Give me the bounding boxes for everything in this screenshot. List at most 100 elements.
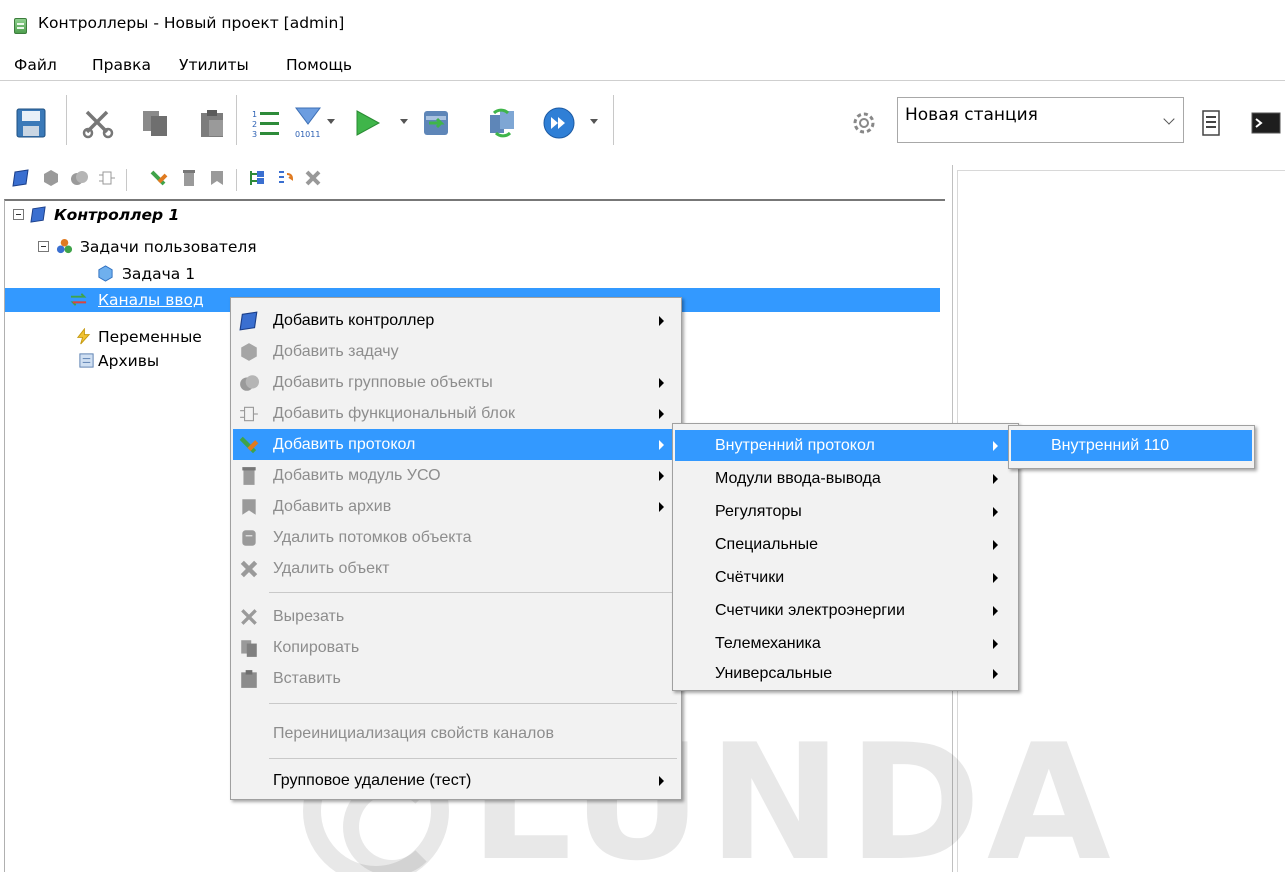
tree-node-io-channels[interactable]: Каналы ввод <box>0 290 250 312</box>
scissors-icon <box>82 110 114 139</box>
window-title: Контроллеры - Новый проект [admin] <box>38 14 345 32</box>
controller-icon <box>239 311 258 331</box>
cut-button[interactable] <box>80 105 116 141</box>
submenu-item-special[interactable]: Специальные <box>675 529 1016 560</box>
add-protocol-icon[interactable] <box>150 169 168 187</box>
gear-icon <box>853 112 875 134</box>
menu-item-delete-object[interactable]: Удалить объект <box>233 553 679 584</box>
menu-item-label: Добавить модуль УСО <box>273 466 441 484</box>
document-icon <box>1202 110 1220 136</box>
context-menu: Добавить контроллер Добавить задачу Доба… <box>230 297 682 800</box>
download-button[interactable] <box>418 105 454 141</box>
expand-tree-icon[interactable] <box>248 169 266 187</box>
submenu-item-energy-meters[interactable]: Счетчики электроэнергии <box>675 595 1016 626</box>
station-select-value: Новая станция <box>905 105 1038 125</box>
database-download-icon <box>424 111 448 135</box>
paste-button[interactable] <box>194 105 230 141</box>
run-button[interactable] <box>349 105 385 141</box>
menu-item-add-protocol[interactable]: Добавить протокол <box>233 429 679 460</box>
menu-edit[interactable]: Правка <box>92 56 151 74</box>
chevron-down-icon <box>1163 113 1175 125</box>
protocol-icon <box>239 436 259 454</box>
copy-button[interactable] <box>137 105 173 141</box>
svg-text:1: 1 <box>252 110 257 119</box>
submenu-arrow-icon <box>993 440 998 451</box>
submenu-item-universal[interactable]: Универсальные <box>675 658 1016 689</box>
submenu-item-io-modules[interactable]: Модули ввода-вывода <box>675 463 1016 494</box>
submenu-arrow-icon <box>993 506 998 517</box>
add-archive-icon[interactable] <box>208 169 226 187</box>
station-select[interactable]: Новая станция <box>897 97 1184 143</box>
menu-utilities[interactable]: Утилиты <box>179 56 249 74</box>
lightning-icon <box>76 328 91 345</box>
tree-node-task-1[interactable]: Задача 1 <box>0 263 260 285</box>
settings-button[interactable] <box>846 105 882 141</box>
tree-node-variables[interactable]: Переменные <box>0 326 240 348</box>
group-objects-icon <box>240 375 259 391</box>
menu-help[interactable]: Помощь <box>286 56 352 74</box>
compile-dropdown-arrow[interactable] <box>327 119 335 124</box>
tree-label: Переменные <box>98 328 202 346</box>
copy-icon <box>241 640 257 657</box>
add-task-icon[interactable] <box>42 169 60 187</box>
menu-file[interactable]: Файл <box>14 56 57 74</box>
compile-download-icon: 01011 <box>295 107 321 139</box>
delete-icon <box>240 560 258 578</box>
submenu-item-telemechanics[interactable]: Телемеханика <box>675 628 1016 659</box>
submenu-item-regulators[interactable]: Регуляторы <box>675 496 1016 527</box>
collapse-icon[interactable] <box>13 209 24 220</box>
tree-node-user-tasks[interactable]: Задачи пользователя <box>0 236 330 258</box>
menu-item-label: Внутренний 110 <box>1051 436 1170 454</box>
tree-node-archives[interactable]: Архивы <box>0 350 200 372</box>
menu-item-label: Удалить объект <box>273 559 390 577</box>
menu-item-label: Регуляторы <box>715 502 802 520</box>
paste-icon <box>201 110 223 137</box>
menu-separator <box>269 703 677 704</box>
app-icon <box>14 18 27 34</box>
menu-item-label: Счетчики электроэнергии <box>715 601 905 619</box>
reorder-icon[interactable] <box>276 169 294 187</box>
fast-forward-button[interactable] <box>541 105 577 141</box>
run-dropdown-arrow[interactable] <box>400 119 408 124</box>
toolbar-separator <box>236 95 237 145</box>
add-group-objects-icon[interactable] <box>70 169 88 187</box>
add-io-module-icon[interactable] <box>180 169 198 187</box>
submenu-item-counters[interactable]: Счётчики <box>675 562 1016 593</box>
tree-toolbar-separator <box>236 169 237 191</box>
archive-icon <box>242 499 256 515</box>
menu-item-add-io-module[interactable]: Добавить модуль УСО <box>233 460 679 491</box>
tree-node-controller-1[interactable]: Контроллер 1 <box>0 204 300 226</box>
compile-button[interactable]: 01011 <box>290 105 326 141</box>
floppy-disk-icon <box>16 108 46 138</box>
menu-item-cut[interactable]: Вырезать <box>233 601 679 632</box>
menu-item-label: Добавить задачу <box>273 342 399 360</box>
add-controller-icon[interactable] <box>12 169 30 187</box>
menu-item-add-group-objects[interactable]: Добавить групповые объекты <box>233 367 679 398</box>
document-button[interactable] <box>1193 105 1229 141</box>
delete-icon[interactable] <box>304 169 322 187</box>
menu-item-add-controller[interactable]: Добавить контроллер <box>233 305 679 336</box>
terminal-button[interactable] <box>1248 105 1284 141</box>
protocol-submenu: Внутренний протокол Модули ввода-вывода … <box>672 423 1019 691</box>
fast-forward-dropdown-arrow[interactable] <box>590 119 598 124</box>
sync-button[interactable] <box>484 105 520 141</box>
menu-item-label: Удалить потомков объекта <box>273 528 472 546</box>
collapse-icon[interactable] <box>38 241 49 252</box>
submenu-item-internal-protocol[interactable]: Внутренний протокол <box>675 430 1016 461</box>
menu-item-paste[interactable]: Вставить <box>233 663 679 694</box>
menu-item-label: Групповое удаление (тест) <box>273 771 472 789</box>
menu-item-label: Специальные <box>715 535 819 553</box>
menu-item-delete-children[interactable]: Удалить потомков объекта <box>233 522 679 553</box>
menu-item-reinit-channel-properties[interactable]: Переинициализация свойств каналов <box>233 718 679 749</box>
menu-item-label: Добавить протокол <box>273 435 416 453</box>
copy-icon <box>143 111 167 136</box>
menu-item-add-archive[interactable]: Добавить архив <box>233 491 679 522</box>
add-function-block-icon[interactable] <box>98 169 116 187</box>
menu-item-copy[interactable]: Копировать <box>233 632 679 663</box>
menu-item-group-delete-test[interactable]: Групповое удаление (тест) <box>233 765 679 796</box>
menu-item-add-task[interactable]: Добавить задачу <box>233 336 679 367</box>
menu-item-add-function-block[interactable]: Добавить функциональный блок <box>233 398 679 429</box>
save-button[interactable] <box>13 105 49 141</box>
numbered-list-button[interactable]: 1 2 3 <box>248 105 284 141</box>
submenu-item-internal-110[interactable]: Внутренний 110 <box>1011 430 1252 461</box>
